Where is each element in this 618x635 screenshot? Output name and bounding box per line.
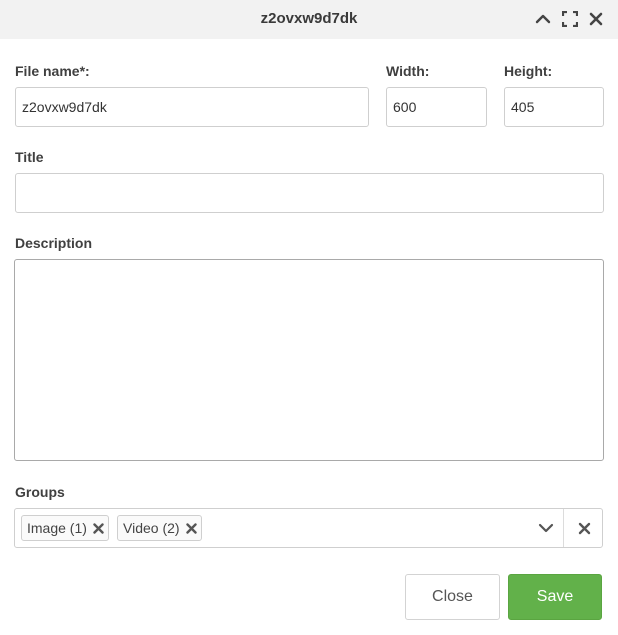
group-tag-label: Image (1) (27, 520, 87, 536)
remove-tag-icon[interactable] (93, 522, 104, 534)
description-label: Description (15, 235, 93, 251)
chevron-down-icon[interactable] (531, 509, 561, 547)
groups-label: Groups (15, 484, 65, 500)
group-tag-label: Video (2) (123, 520, 180, 536)
description-textarea[interactable] (14, 259, 604, 461)
dialog-title: z2ovxw9d7dk (260, 10, 358, 27)
width-label: Width: (386, 63, 430, 79)
file-properties-dialog: z2ovxw9d7dk File name*: Width: Height: T… (0, 0, 618, 635)
clear-icon[interactable] (567, 509, 601, 547)
height-input[interactable] (504, 87, 604, 127)
group-tag-image: Image (1) (21, 515, 109, 541)
expand-icon[interactable] (561, 10, 579, 28)
chevron-up-icon[interactable] (534, 10, 552, 28)
file-name-input[interactable] (15, 87, 369, 127)
width-input[interactable] (386, 87, 487, 127)
file-name-label: File name*: (15, 63, 90, 79)
height-label: Height: (504, 63, 553, 79)
title-input[interactable] (15, 173, 604, 213)
dialog-titlebar[interactable]: z2ovxw9d7dk (0, 0, 618, 39)
close-icon[interactable] (587, 10, 605, 28)
group-tag-video: Video (2) (117, 515, 202, 541)
groups-multiselect[interactable]: Image (1) Video (2) (14, 508, 603, 548)
remove-tag-icon[interactable] (185, 522, 197, 534)
title-label: Title (15, 149, 44, 165)
close-button[interactable]: Close (405, 574, 500, 620)
groups-divider (563, 509, 564, 547)
save-button[interactable]: Save (508, 574, 602, 620)
